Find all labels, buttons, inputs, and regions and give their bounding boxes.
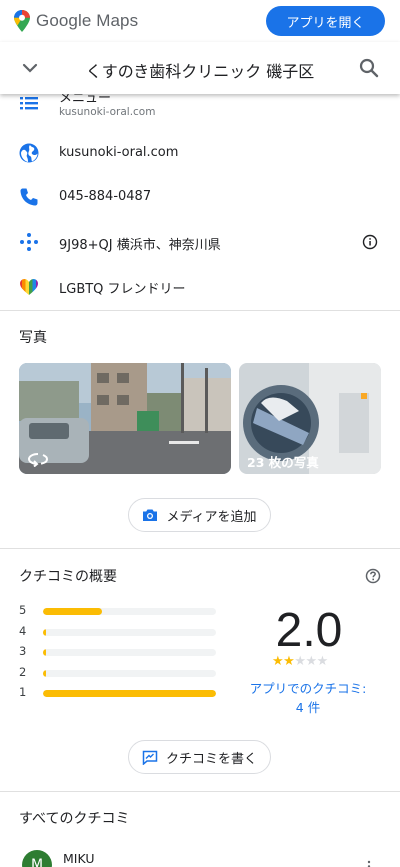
street-view-image xyxy=(19,363,231,474)
rating-bar-row: 1 xyxy=(19,685,219,700)
rating-bar-track xyxy=(43,649,216,656)
rating-bar-track xyxy=(43,690,216,697)
phone-icon xyxy=(20,188,38,206)
rating-bar-label: 3 xyxy=(19,644,27,658)
rating-bar-fill xyxy=(43,649,46,656)
write-review-label: クチコミを書く xyxy=(165,751,257,767)
menu-list-icon xyxy=(20,97,38,110)
rating-bar-row: 3 xyxy=(19,644,219,659)
rating-bar-row: 2 xyxy=(19,665,219,680)
average-rating: 2.0 xyxy=(275,604,343,657)
rating-bar-fill xyxy=(43,629,46,636)
phone-number[interactable]: 045-884-0487 xyxy=(59,189,151,204)
place-title[interactable]: くすのき歯科クリニック 磯子区 xyxy=(70,58,330,82)
review-summary-title: クチコミの概要 xyxy=(19,569,117,585)
photo-count-label: 23 枚の写真 xyxy=(247,455,319,470)
info-icon[interactable] xyxy=(362,234,378,250)
rating-bar-fill xyxy=(43,690,216,697)
street-view-icon xyxy=(27,453,49,467)
photos-title: 写真 xyxy=(19,330,47,346)
write-review-icon xyxy=(142,750,158,765)
divider xyxy=(0,791,400,792)
star-empty-icon: ★ xyxy=(294,654,306,669)
rating-bar-label: 5 xyxy=(19,603,27,617)
reviewer-name[interactable]: MIKU xyxy=(63,851,94,866)
plus-code-row[interactable]: 9J98+QJ 横浜市、神奈川県 xyxy=(0,220,400,264)
phone-row[interactable]: 045-884-0487 xyxy=(0,175,400,219)
lgbtq-label: LGBTQ フレンドリー xyxy=(59,282,186,297)
rainbow-heart-icon xyxy=(20,279,38,295)
chevron-down-icon[interactable] xyxy=(20,58,40,78)
rating-bar-row: 4 xyxy=(19,624,219,639)
star-filled-icon: ★ xyxy=(272,654,284,669)
rating-bar-track xyxy=(43,608,216,615)
star-empty-icon: ★ xyxy=(316,654,329,669)
divider xyxy=(0,548,400,549)
google-maps-logo[interactable]: Google Maps xyxy=(14,10,138,32)
add-media-button[interactable]: メディアを追加 xyxy=(128,498,271,532)
website-row[interactable]: kusunoki-oral.com xyxy=(0,131,400,175)
reviews-in-app-link[interactable]: アプリでのクチコミ: 4 件 xyxy=(247,679,369,717)
star-rating: ★★★★★ xyxy=(272,654,328,669)
rating-bar-fill xyxy=(43,608,102,615)
globe-icon xyxy=(19,143,39,163)
rating-bar-track xyxy=(43,629,216,636)
maps-pin-icon xyxy=(14,10,30,32)
rating-bar-track xyxy=(43,670,216,677)
all-reviews-title: すべてのクチコミ xyxy=(19,811,130,827)
menu-url: kusunoki-oral.com xyxy=(59,106,156,118)
top-bar: Google Maps アプリを開く xyxy=(0,0,400,42)
search-bar: くすのき歯科クリニック 磯子区 xyxy=(0,42,400,94)
rating-bar-row: 5 xyxy=(19,603,219,618)
open-app-button[interactable]: アプリを開く xyxy=(266,6,385,36)
help-icon[interactable] xyxy=(365,568,381,584)
rating-bar-fill xyxy=(43,670,46,677)
star-empty-icon: ★ xyxy=(305,654,317,669)
divider xyxy=(0,310,400,311)
star-filled-icon: ★ xyxy=(283,654,295,669)
photos-gallery[interactable]: 23 枚の写真 xyxy=(239,363,381,474)
search-icon[interactable] xyxy=(358,57,380,79)
plus-code-icon xyxy=(20,233,38,251)
website-link[interactable]: kusunoki-oral.com xyxy=(59,145,178,160)
camera-icon xyxy=(143,509,158,521)
rating-bar-label: 1 xyxy=(19,685,27,699)
lgbtq-row: LGBTQ フレンドリー xyxy=(0,264,400,308)
write-review-button[interactable]: クチコミを書く xyxy=(128,740,271,774)
brand-name: Google Maps xyxy=(36,11,139,30)
more-options-icon[interactable] xyxy=(366,860,372,867)
street-view-photo[interactable] xyxy=(19,363,231,474)
rating-bar-label: 4 xyxy=(19,624,27,638)
plus-code: 9J98+QJ 横浜市、神奈川県 xyxy=(59,238,221,253)
avatar[interactable]: M xyxy=(22,850,52,867)
add-media-label: メディアを追加 xyxy=(166,509,257,525)
rating-bar-label: 2 xyxy=(19,665,27,679)
